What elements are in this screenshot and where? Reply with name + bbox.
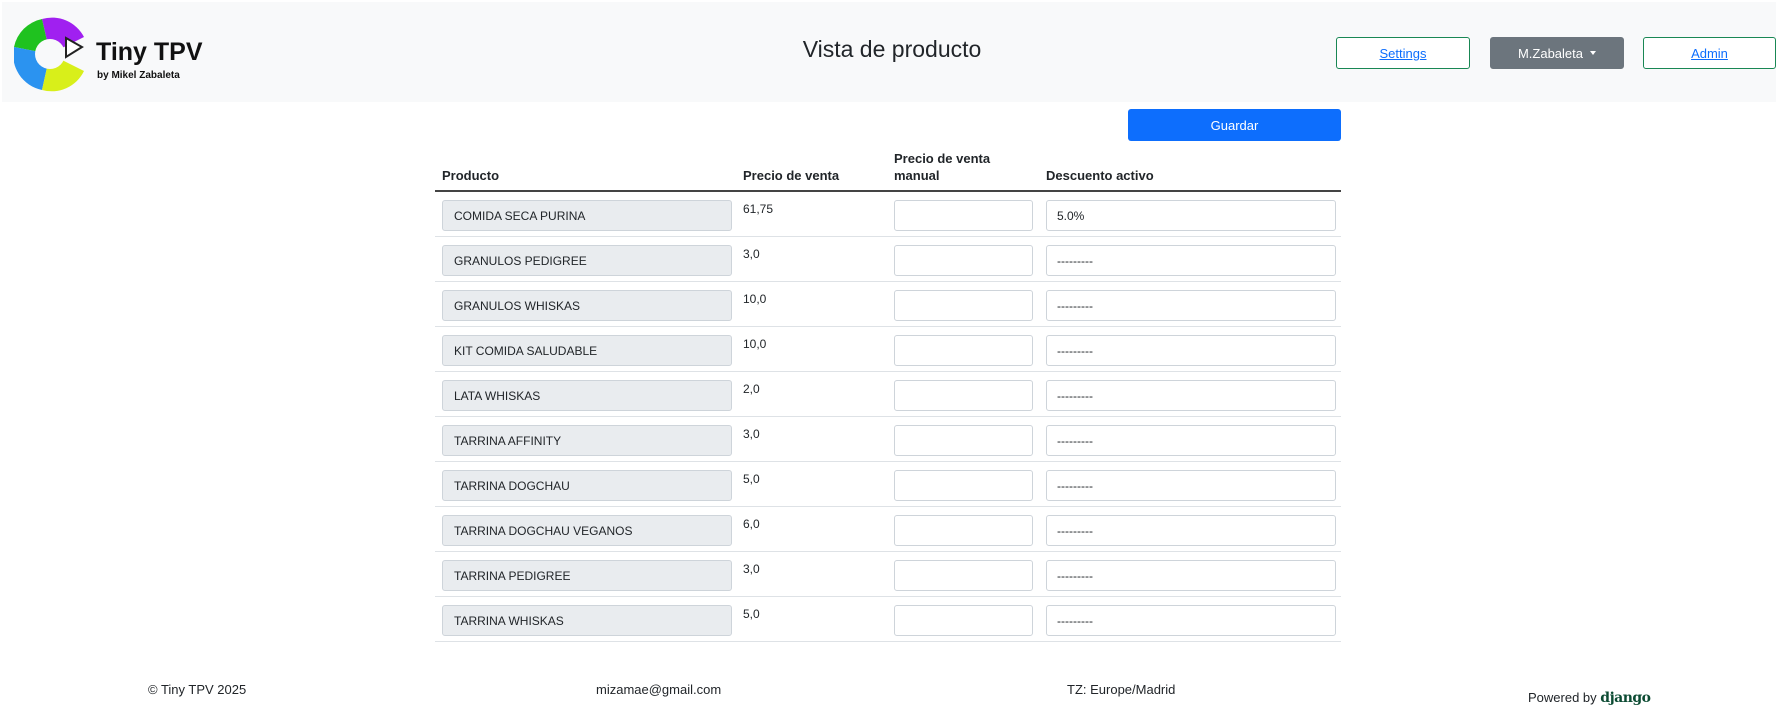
table-row: KIT COMIDA SALUDABLE 10,0 --------- bbox=[435, 327, 1341, 372]
column-header-manual-price-line1: Precio de venta bbox=[894, 151, 991, 166]
table-row: TARRINA AFFINITY 3,0 --------- bbox=[435, 417, 1341, 462]
sale-price: 61,75 bbox=[743, 202, 774, 216]
manual-price-input[interactable] bbox=[894, 425, 1033, 456]
top-navbar: Tiny TPV by Mikel Zabaleta Vista de prod… bbox=[2, 2, 1776, 102]
footer-timezone: TZ: Europe/Madrid bbox=[1067, 682, 1176, 697]
sale-price: 6,0 bbox=[743, 517, 760, 531]
products-table: Producto Precio de venta Precio de venta… bbox=[435, 146, 1341, 642]
footer-copyright: © Tiny TPV 2025 bbox=[148, 682, 247, 697]
product-name-field: KIT COMIDA SALUDABLE bbox=[442, 335, 732, 366]
save-button[interactable]: Guardar bbox=[1128, 109, 1341, 141]
sale-price: 2,0 bbox=[743, 382, 760, 396]
user-name-label: M.Zabaleta bbox=[1517, 45, 1584, 61]
product-name-field: LATA WHISKAS bbox=[442, 380, 732, 411]
powered-by-label: Powered by bbox=[1528, 690, 1597, 705]
logo-icon bbox=[14, 17, 84, 92]
django-logo: django bbox=[1600, 690, 1651, 706]
active-discount-select[interactable]: --------- bbox=[1046, 335, 1336, 366]
footer-email[interactable]: mizamae@gmail.com bbox=[596, 682, 721, 697]
table-row: TARRINA PEDIGREE 3,0 --------- bbox=[435, 552, 1341, 597]
column-header-discount: Descuento activo bbox=[1046, 168, 1154, 183]
product-name-field: TARRINA WHISKAS bbox=[442, 605, 732, 636]
sale-price: 5,0 bbox=[743, 472, 760, 486]
sale-price: 10,0 bbox=[743, 337, 767, 351]
column-header-product: Producto bbox=[442, 168, 500, 183]
active-discount-select[interactable]: --------- bbox=[1046, 470, 1336, 501]
product-name-field: TARRINA DOGCHAU VEGANOS bbox=[442, 515, 732, 546]
page-title: Vista de producto bbox=[802, 36, 982, 62]
active-discount-select[interactable]: --------- bbox=[1046, 290, 1336, 321]
active-discount-select[interactable]: --------- bbox=[1046, 515, 1336, 546]
active-discount-select[interactable]: --------- bbox=[1046, 380, 1336, 411]
manual-price-input[interactable] bbox=[894, 560, 1033, 591]
settings-button[interactable]: Settings bbox=[1336, 37, 1470, 69]
column-header-manual-price-line2: manual bbox=[894, 168, 940, 183]
manual-price-input[interactable] bbox=[894, 380, 1033, 411]
active-discount-select[interactable]: --------- bbox=[1046, 425, 1336, 456]
footer-powered-by[interactable]: Powered by django bbox=[1528, 690, 1651, 706]
sale-price: 3,0 bbox=[743, 427, 760, 441]
table-row: TARRINA DOGCHAU VEGANOS 6,0 --------- bbox=[435, 507, 1341, 552]
sale-price: 3,0 bbox=[743, 562, 760, 576]
active-discount-select[interactable]: --------- bbox=[1046, 245, 1336, 276]
user-menu-button[interactable]: M.Zabaleta bbox=[1490, 37, 1624, 69]
manual-price-input[interactable] bbox=[894, 200, 1033, 231]
product-name-field: GRANULOS PEDIGREE bbox=[442, 245, 732, 276]
product-name-field: TARRINA AFFINITY bbox=[442, 425, 732, 456]
manual-price-input[interactable] bbox=[894, 470, 1033, 501]
table-row: LATA WHISKAS 2,0 --------- bbox=[435, 372, 1341, 417]
manual-price-input[interactable] bbox=[894, 290, 1033, 321]
sale-price: 10,0 bbox=[743, 292, 767, 306]
product-name-field: TARRINA PEDIGREE bbox=[442, 560, 732, 591]
sale-price: 5,0 bbox=[743, 607, 760, 621]
column-header-manual-price: Precio de venta manual bbox=[894, 150, 990, 184]
column-header-price: Precio de venta bbox=[743, 168, 840, 183]
product-name-field: GRANULOS WHISKAS bbox=[442, 290, 732, 321]
brand-byline: by Mikel Zabaleta bbox=[97, 70, 180, 81]
sale-price: 3,0 bbox=[743, 247, 760, 261]
table-row: GRANULOS PEDIGREE 3,0 --------- bbox=[435, 237, 1341, 282]
product-name-field: COMIDA SECA PURINA bbox=[442, 200, 732, 231]
brand-logo[interactable]: Tiny TPV by Mikel Zabaleta bbox=[14, 16, 214, 92]
manual-price-input[interactable] bbox=[894, 245, 1033, 276]
table-body: COMIDA SECA PURINA 61,75 5.0% GRANULOS PEDI… bbox=[435, 192, 1341, 642]
product-name-field: TARRINA DOGCHAU bbox=[442, 470, 732, 501]
table-row: TARRINA WHISKAS 5,0 --------- bbox=[435, 597, 1341, 642]
settings-label: Settings bbox=[1379, 45, 1427, 61]
active-discount-select[interactable]: 5.0% bbox=[1046, 200, 1336, 231]
table-header: Producto Precio de venta Precio de venta… bbox=[435, 146, 1341, 192]
manual-price-input[interactable] bbox=[894, 515, 1033, 546]
admin-label: Admin bbox=[1691, 45, 1728, 61]
table-row: TARRINA DOGCHAU 5,0 --------- bbox=[435, 462, 1341, 507]
active-discount-select[interactable]: --------- bbox=[1046, 605, 1336, 636]
active-discount-select[interactable]: --------- bbox=[1046, 560, 1336, 591]
table-row: GRANULOS WHISKAS 10,0 --------- bbox=[435, 282, 1341, 327]
admin-button[interactable]: Admin bbox=[1643, 37, 1776, 69]
manual-price-input[interactable] bbox=[894, 335, 1033, 366]
manual-price-input[interactable] bbox=[894, 605, 1033, 636]
table-row: COMIDA SECA PURINA 61,75 5.0% bbox=[435, 192, 1341, 237]
caret-down-icon bbox=[1590, 51, 1597, 55]
brand-name: Tiny TPV bbox=[96, 38, 203, 66]
